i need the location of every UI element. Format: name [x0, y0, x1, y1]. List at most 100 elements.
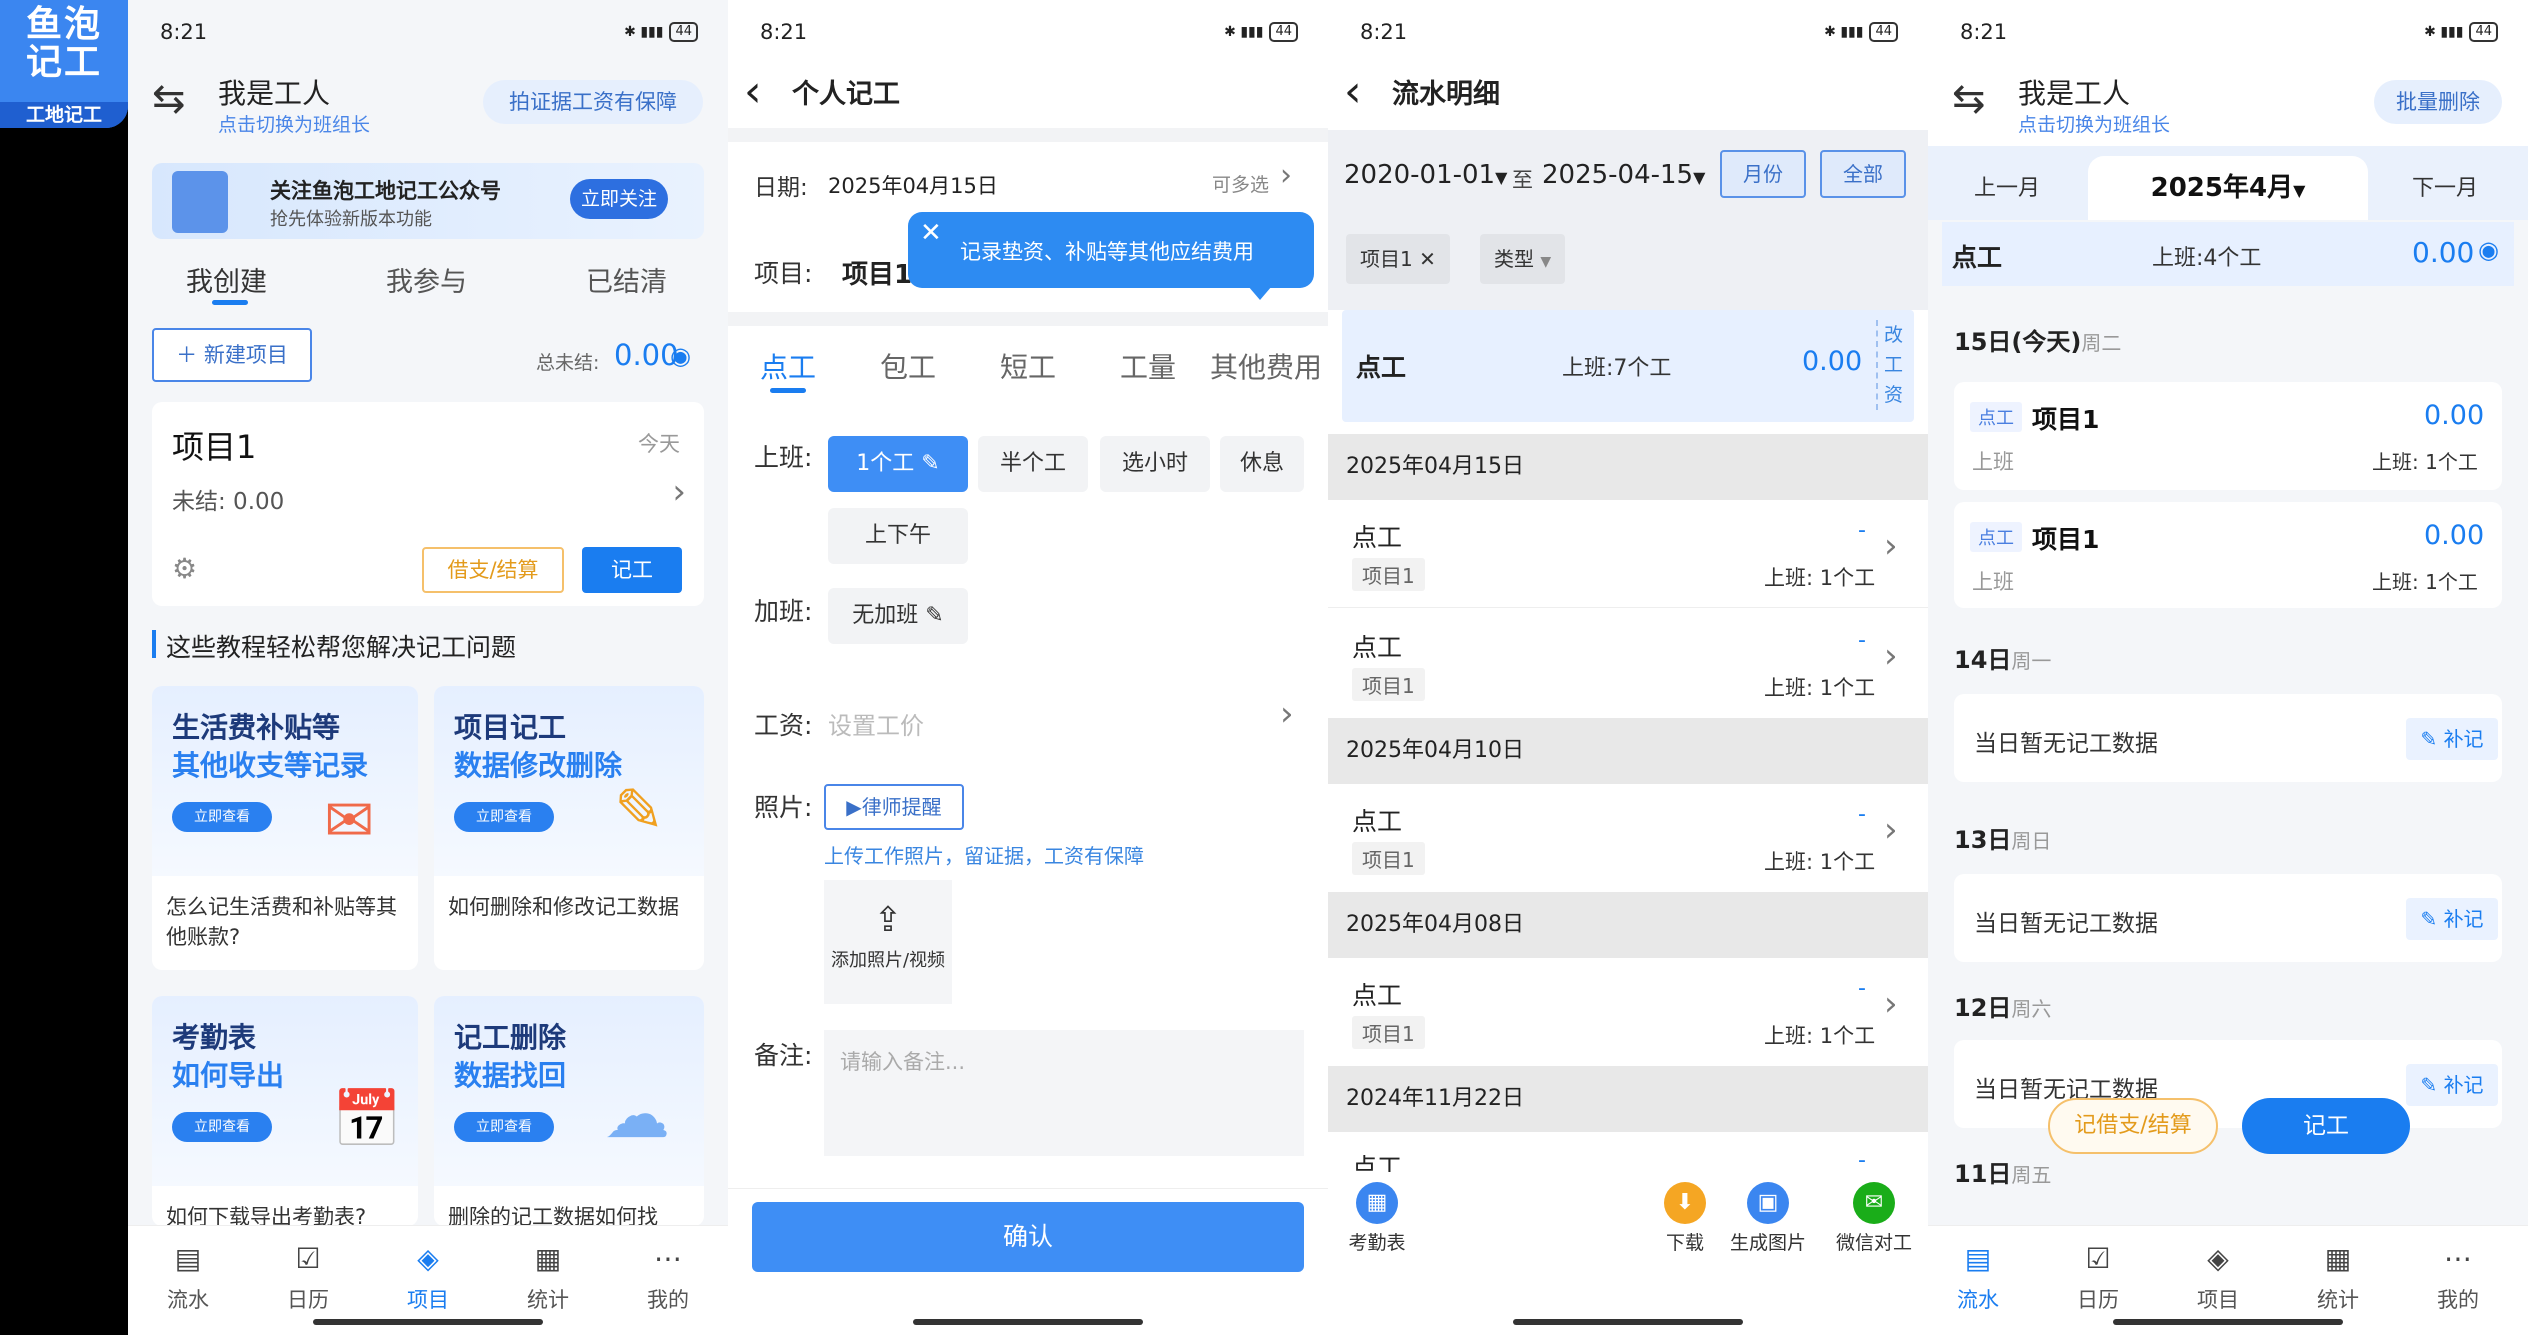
- tab-created[interactable]: 我创建: [186, 260, 267, 299]
- project-value[interactable]: 项目1: [842, 254, 912, 291]
- current-month-tab[interactable]: 2025年4月▼: [2088, 156, 2368, 220]
- generate-image-button[interactable]: ▣ 生成图片: [1718, 1182, 1818, 1255]
- tutorial-card-2[interactable]: 项目记工 数据修改删除 立即查看 ✎ 如何删除和修改记工数据: [434, 686, 704, 970]
- empty-day-card: 当日暂无记工数据 ✎ 补记: [1954, 1040, 2502, 1128]
- date-from[interactable]: 2020-01-01▼: [1344, 160, 1507, 190]
- edit-wage-link[interactable]: 改 工 资: [1876, 320, 1906, 410]
- close-icon[interactable]: ✕: [1419, 247, 1436, 271]
- overtime-button[interactable]: 无加班 ✎: [828, 588, 968, 644]
- flow-row[interactable]: 点工 项目1 - 上班: 1个工 ›: [1328, 784, 1928, 892]
- page-subtitle[interactable]: 点击切换为班组长: [218, 110, 370, 137]
- tab-label: 统计: [527, 1288, 569, 1312]
- filter-chip-project[interactable]: 项目1 ✕: [1346, 234, 1450, 284]
- tab-project[interactable]: ◈ 项目: [2168, 1240, 2268, 1314]
- view-now-button[interactable]: 立即查看: [454, 802, 554, 832]
- chevron-right-icon[interactable]: ›: [672, 472, 686, 512]
- wechat-check-button[interactable]: ✉ 微信对工: [1824, 1182, 1924, 1255]
- tooltip: ✕ 记录垫资、补贴等其他应结费用: [908, 212, 1314, 300]
- float-borrow-button[interactable]: 记借支/结算: [2048, 1098, 2218, 1154]
- confirm-button[interactable]: 确认: [752, 1202, 1304, 1272]
- list-icon: ▤: [174, 1242, 202, 1275]
- view-now-button[interactable]: 立即查看: [172, 802, 272, 832]
- flow-row[interactable]: 点工 项目1 - 上班: 1个工 ›: [1328, 500, 1928, 608]
- tab-stats[interactable]: ▦ 统计: [498, 1240, 598, 1314]
- tutorial-card-1[interactable]: 生活费补贴等 其他收支等记录 立即查看 ✉ 怎么记生活费和补贴等其他账款?: [152, 686, 418, 970]
- view-now-button[interactable]: 立即查看: [454, 1112, 554, 1142]
- shift-option-half[interactable]: 半个工: [978, 436, 1088, 492]
- entry-card[interactable]: 点工 项目1 0.00 上班 上班: 1个工: [1954, 502, 2502, 608]
- entry-card[interactable]: 点工 项目1 0.00 上班 上班: 1个工: [1954, 382, 2502, 490]
- chevron-right-icon[interactable]: ›: [1280, 694, 1294, 734]
- day-label: 12日: [1954, 994, 2012, 1022]
- switch-role-icon[interactable]: ⇆: [152, 76, 186, 122]
- view-now-button[interactable]: 立即查看: [172, 1112, 272, 1142]
- date-value[interactable]: 2025年04月15日: [828, 170, 998, 200]
- tab-flow[interactable]: ▤ 流水: [1928, 1240, 2028, 1314]
- tutorial-card-4[interactable]: 记工删除 数据找回 立即查看 ☁ 删除的记工数据如何找: [434, 996, 704, 1226]
- close-icon[interactable]: ✕: [920, 218, 942, 248]
- switch-role-icon[interactable]: ⇆: [1952, 76, 1986, 122]
- date-to[interactable]: 2025-04-15▼: [1542, 160, 1705, 190]
- float-record-button[interactable]: 记工: [2242, 1098, 2410, 1154]
- shift-option-ampm[interactable]: 上下午: [828, 508, 968, 564]
- tab-stats[interactable]: ▦ 统计: [2288, 1240, 2388, 1314]
- summary-card[interactable]: 点工 上班:7个工 0.00 改 工 资: [1342, 310, 1914, 422]
- lawyer-tip-button[interactable]: ▶律师提醒: [824, 784, 964, 830]
- attendance-button[interactable]: ▦ 考勤表: [1342, 1182, 1412, 1255]
- tab-flow[interactable]: ▤ 流水: [138, 1240, 238, 1314]
- type-tab-other[interactable]: 其他费用: [1210, 346, 1322, 386]
- new-project-button[interactable]: ＋ 新建项目: [152, 328, 312, 382]
- project-card[interactable]: 项目1 今天 未结: 0.00 › ⚙ 借支/结算 记工: [152, 402, 704, 606]
- multi-select[interactable]: 可多选: [1212, 170, 1269, 197]
- chevron-right-icon[interactable]: ›: [1280, 158, 1292, 193]
- add-photo-button[interactable]: ⇪ 添加照片/视频: [824, 880, 952, 1004]
- shift-option-one[interactable]: 1个工 ✎: [828, 436, 968, 492]
- tab-mine[interactable]: ⋯ 我的: [2408, 1240, 2508, 1314]
- tab-joined[interactable]: 我参与: [386, 260, 467, 299]
- tutorial-card-3[interactable]: 考勤表 如何导出 立即查看 📅 如何下载导出考勤表?: [152, 996, 418, 1226]
- note-input[interactable]: 请输入备注...: [824, 1030, 1304, 1156]
- chip-label: 项目1: [1360, 247, 1413, 271]
- flow-row[interactable]: 点工 -: [1328, 1132, 1928, 1172]
- home-indicator: [313, 1319, 543, 1325]
- flow-row[interactable]: 点工 项目1 - 上班: 1个工 ›: [1328, 610, 1928, 718]
- wage-label: 工资:: [754, 711, 813, 740]
- next-month-button[interactable]: 下一月: [2412, 170, 2478, 202]
- banner[interactable]: 关注鱼泡工地记工公众号 抢先体验新版本功能 立即关注: [152, 163, 704, 239]
- back-icon[interactable]: ‹: [1344, 66, 1362, 117]
- tab-settled[interactable]: 已结清: [586, 260, 667, 299]
- type-tab-short[interactable]: 短工: [1000, 346, 1056, 386]
- page-subtitle[interactable]: 点击切换为班组长: [2018, 110, 2170, 137]
- gear-icon[interactable]: ⚙: [172, 552, 197, 585]
- wage-input[interactable]: 设置工价: [828, 706, 924, 741]
- eye-icon[interactable]: ◉: [670, 342, 691, 370]
- type-tab-quantity[interactable]: 工量: [1120, 346, 1176, 386]
- all-button[interactable]: 全部: [1820, 150, 1906, 198]
- fill-record-button[interactable]: ✎ 补记: [2406, 898, 2498, 940]
- tab-project[interactable]: ◈ 项目: [378, 1240, 478, 1314]
- network-icon: ✱ ▮▮▮: [624, 24, 664, 40]
- fill-record-button[interactable]: ✎ 补记: [2406, 1064, 2498, 1106]
- type-tab-spot[interactable]: 点工: [760, 346, 816, 386]
- tab-mine[interactable]: ⋯ 我的: [618, 1240, 718, 1314]
- prev-month-button[interactable]: 上一月: [1974, 170, 2040, 202]
- tab-calendar[interactable]: ☑ 日历: [2048, 1240, 2148, 1314]
- month-button[interactable]: 月份: [1720, 150, 1806, 198]
- evidence-button[interactable]: 拍证据工资有保障: [483, 80, 703, 124]
- borrow-settle-button[interactable]: 借支/结算: [422, 547, 564, 593]
- shift-option-hours[interactable]: 选小时: [1100, 436, 1210, 492]
- eye-icon[interactable]: ◉: [2478, 236, 2499, 264]
- fill-record-button[interactable]: ✎ 补记: [2406, 718, 2498, 760]
- shift-option-rest[interactable]: 休息: [1220, 436, 1304, 492]
- batch-delete-button[interactable]: 批量删除: [2374, 80, 2502, 124]
- back-icon[interactable]: ‹: [744, 66, 762, 117]
- month-summary: 点工 上班:4个工 0.00 ◉: [1942, 222, 2514, 286]
- record-button[interactable]: 记工: [582, 547, 682, 593]
- download-button[interactable]: ⬇ 下载: [1650, 1182, 1720, 1255]
- follow-button[interactable]: 立即关注: [570, 179, 668, 219]
- flow-row[interactable]: 点工 项目1 - 上班: 1个工 ›: [1328, 958, 1928, 1066]
- tab-calendar[interactable]: ☑ 日历: [258, 1240, 358, 1314]
- type-tab-contract[interactable]: 包工: [880, 346, 936, 386]
- bottom-tab-bar: ▤ 流水 ☑ 日历 ◈ 项目 ▦ 统计 ⋯ 我的: [128, 1225, 728, 1335]
- filter-chip-type[interactable]: 类型 ▼: [1480, 234, 1566, 284]
